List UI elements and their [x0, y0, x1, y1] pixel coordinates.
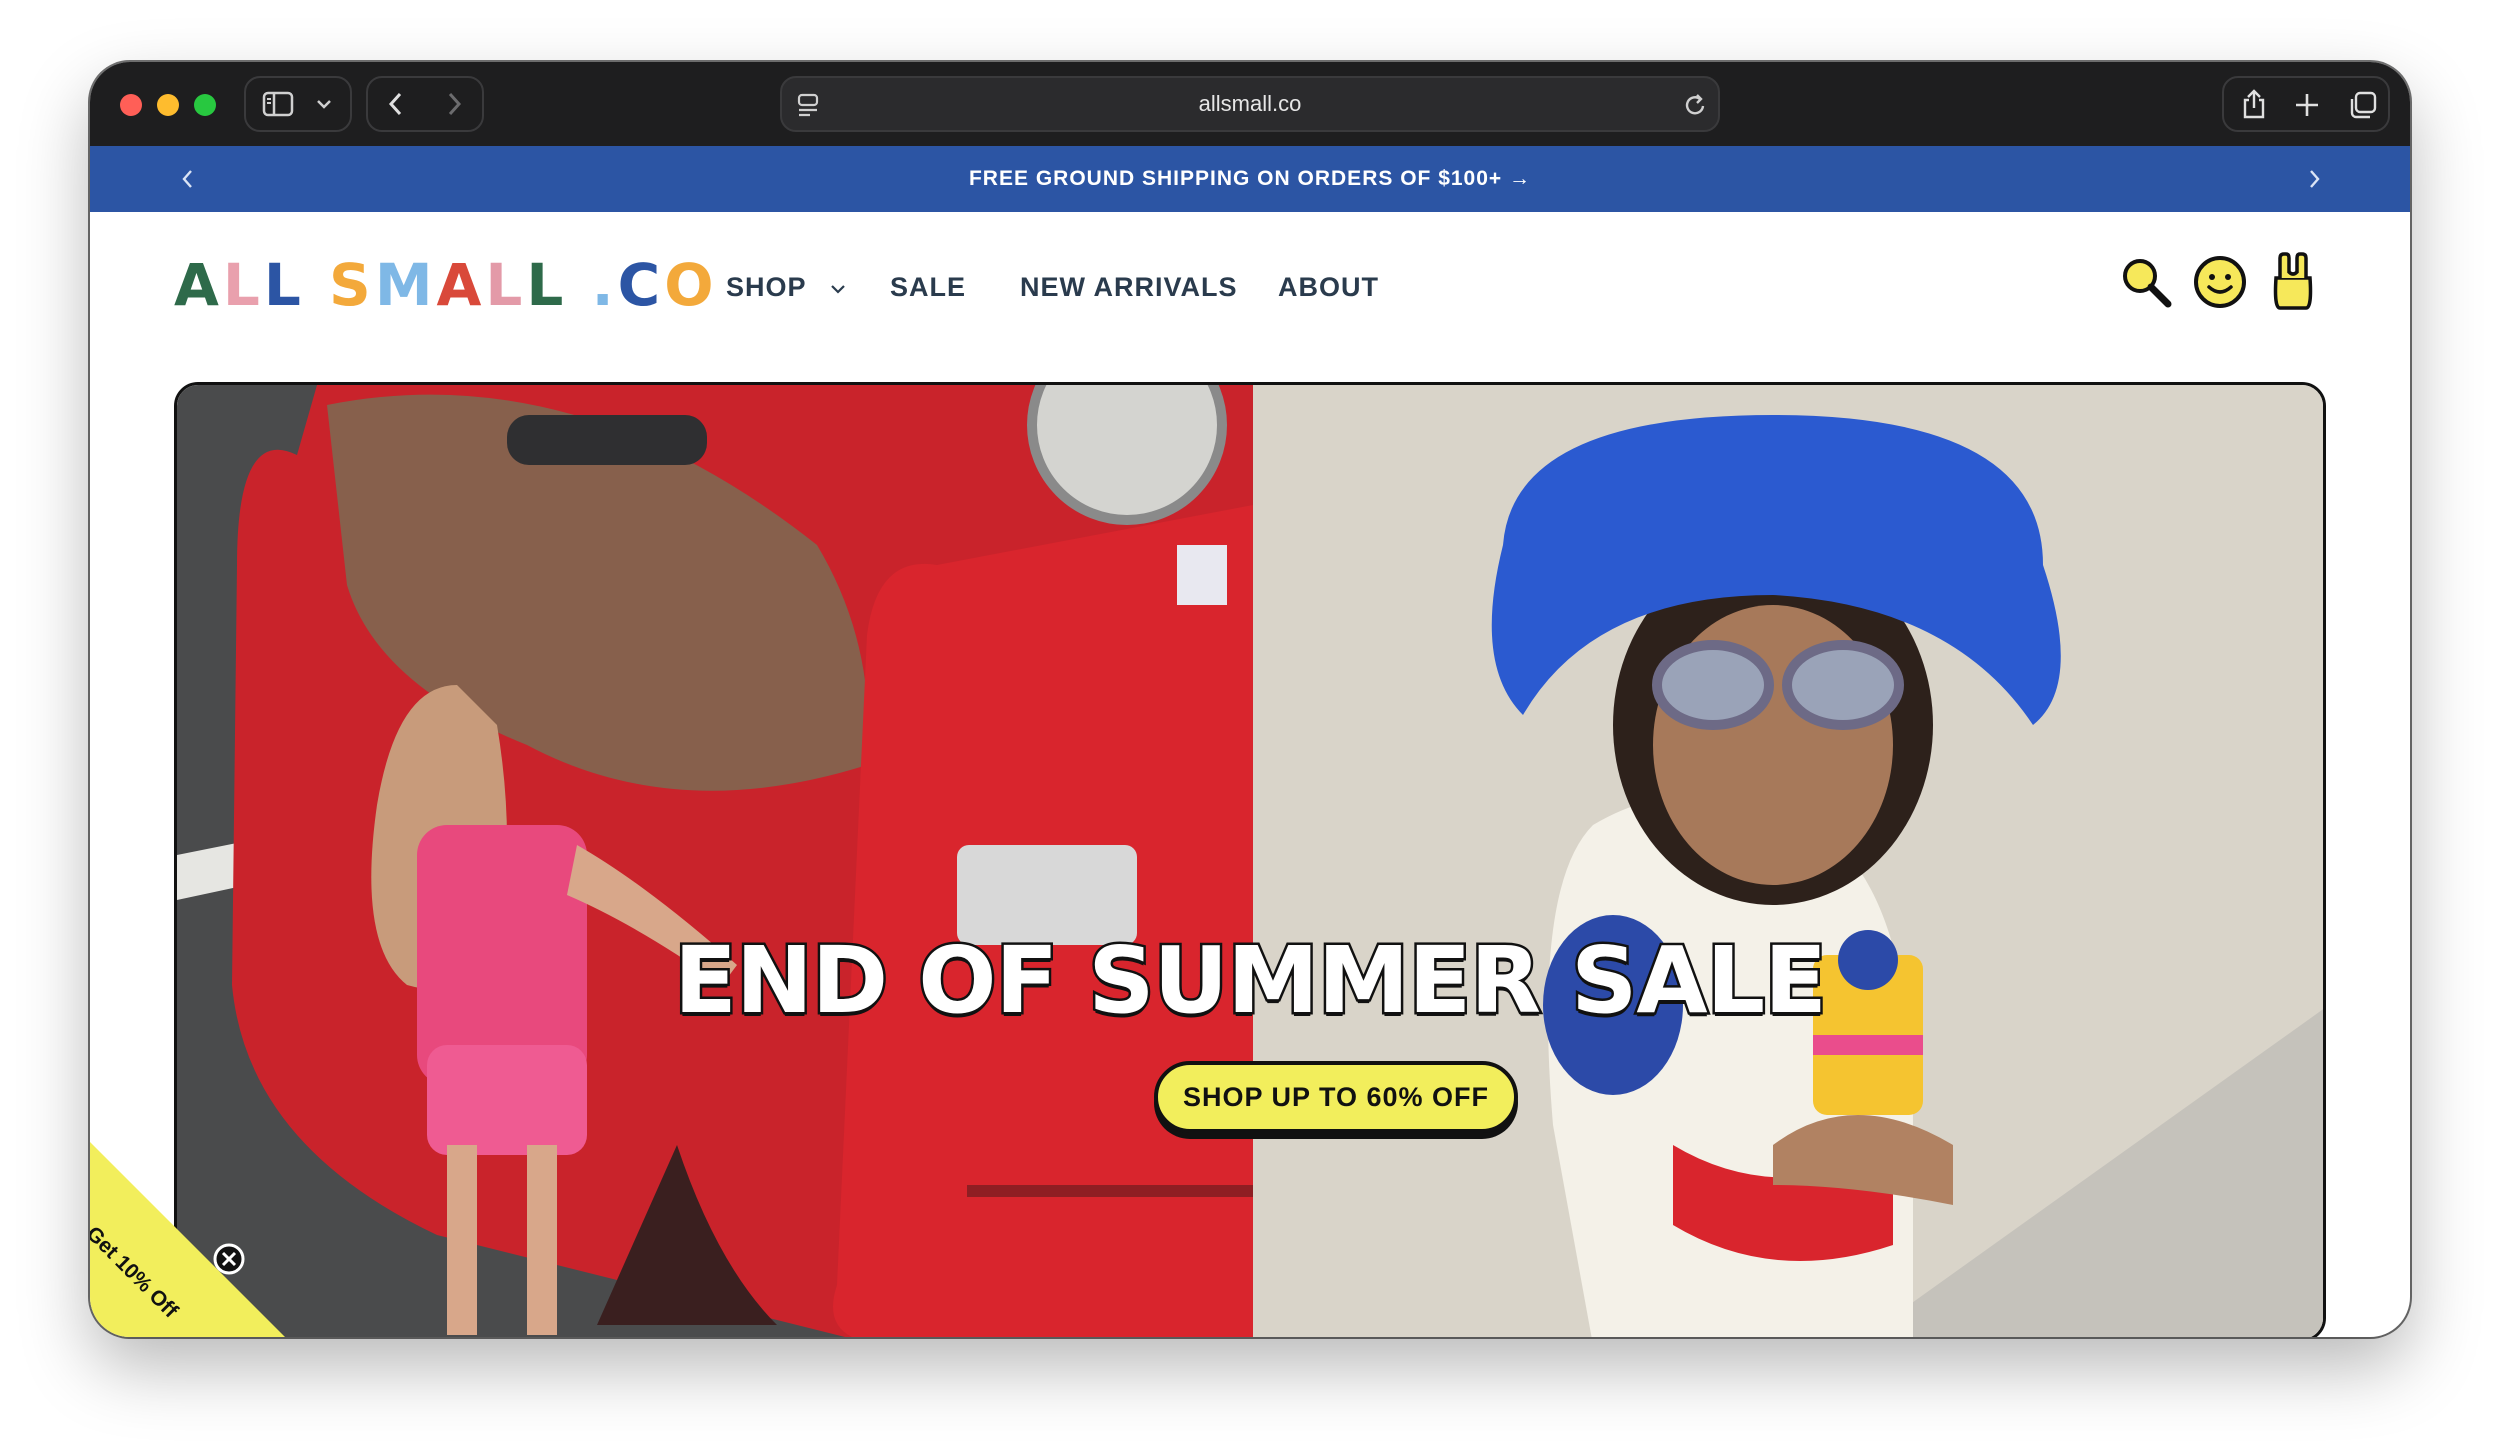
minimize-window-button[interactable] [157, 94, 179, 116]
window-actions [2222, 76, 2390, 132]
zoom-window-button[interactable] [194, 94, 216, 116]
nav-new-arrivals[interactable]: NEW ARRIVALS [1020, 212, 1238, 362]
tab-overview-icon[interactable] [2348, 90, 2378, 120]
announcement-bar: FREE GROUND SHIPPING ON ORDERS OF $100+ … [90, 146, 2410, 212]
logo-letter: A [436, 251, 486, 319]
browser-window: allsmall.co FREE GROUND SHIPPING ON ORDE… [90, 62, 2410, 1337]
logo-letter: L [263, 251, 305, 319]
account-smiley-icon[interactable] [2192, 254, 2248, 310]
hero-banner[interactable]: END OF SUMMER SALE SHOP UP TO 60% OFF [174, 382, 2326, 1337]
logo-letter: O [664, 251, 718, 319]
new-tab-icon[interactable] [2294, 92, 2320, 118]
logo-letter: . [591, 251, 618, 319]
nav-shop[interactable]: SHOP [726, 212, 847, 362]
logo-letter: A [174, 251, 223, 319]
chevron-right-icon[interactable] [2306, 168, 2322, 190]
logo-letter: L [222, 251, 264, 319]
share-icon[interactable] [2240, 88, 2268, 120]
history-nav [366, 76, 484, 132]
close-circle-icon[interactable] [212, 1242, 246, 1276]
chevron-down-icon [317, 100, 331, 109]
nav-sale[interactable]: SALE [890, 212, 966, 362]
forward-arrow-icon[interactable] [444, 90, 464, 118]
site-logo[interactable]: ALL SMALL .CO [174, 250, 718, 320]
logo-letter: L [526, 251, 568, 319]
logo-letter: C [617, 251, 665, 319]
nav-about[interactable]: ABOUT [1278, 212, 1379, 362]
cart-bag-icon[interactable] [2270, 250, 2316, 312]
logo-letter: L [485, 251, 527, 319]
address-bar[interactable]: allsmall.co [780, 76, 1720, 132]
browser-toolbar: allsmall.co [90, 62, 2410, 146]
logo-letter [305, 251, 329, 319]
announcement-link[interactable]: FREE GROUND SHIPPING ON ORDERS OF $100+ … [90, 146, 2410, 212]
shop-sale-button[interactable]: SHOP UP TO 60% OFF [1154, 1061, 1518, 1133]
hero-headline: END OF SUMMER SALE [671, 925, 1829, 1037]
hero-photo-left [177, 385, 1253, 1337]
logo-letter [567, 251, 591, 319]
logo-letter: S [329, 251, 375, 319]
back-arrow-icon[interactable] [386, 90, 406, 118]
hero-photo-right [1253, 385, 2323, 1337]
site-header: ALL SMALL .CO SHOP SALE NEW ARRIVALS ABO… [90, 212, 2410, 362]
reload-icon[interactable] [1682, 91, 1708, 119]
url-text: allsmall.co [1198, 91, 1302, 116]
sidebar-icon [262, 91, 294, 117]
logo-letter: M [374, 251, 437, 319]
chevron-down-icon [830, 285, 845, 294]
close-window-button[interactable] [120, 94, 142, 116]
sidebar-toggle-button[interactable] [244, 76, 352, 132]
search-icon[interactable] [2118, 254, 2174, 310]
nav-shop-label: SHOP [726, 272, 807, 302]
discount-promo-tab[interactable] [90, 1142, 290, 1337]
